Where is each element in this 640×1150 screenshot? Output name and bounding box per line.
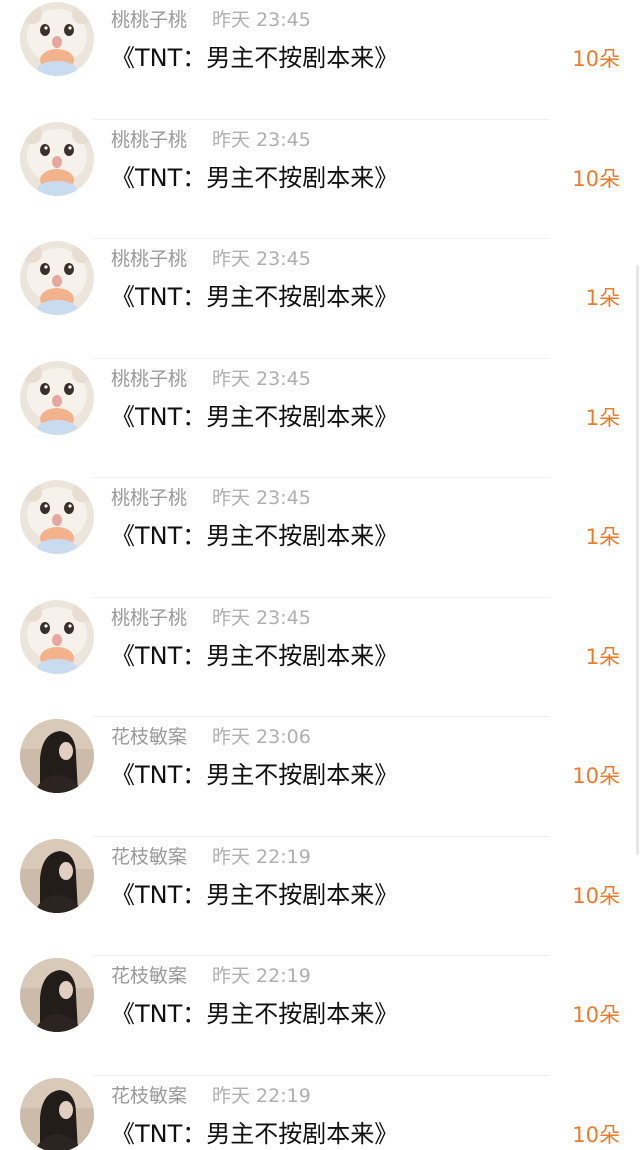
list-item[interactable]: 桃桃子桃 昨天 23:45 《TNT：男主不按剧本来》 10朵 [0,0,640,120]
timestamp: 昨天 23:45 [212,9,311,31]
book-title: 《TNT：男主不按剧本来》 [111,44,399,72]
timestamp: 昨天 23:45 [212,487,311,509]
list-item[interactable]: 桃桃子桃 昨天 23:45 《TNT：男主不按剧本来》 10朵 [0,120,640,239]
avatar[interactable] [20,2,94,76]
book-title: 《TNT：男主不按剧本来》 [111,761,399,789]
flower-count: 10朵 [572,47,620,71]
gift-record-list: 桃桃子桃 昨天 23:45 《TNT：男主不按剧本来》 10朵 桃桃子桃 昨天 23:4… [0,0,640,1150]
list-item[interactable]: 桃桃子桃 昨天 23:45 《TNT：男主不按剧本来》 1朵 [0,478,640,598]
flower-count: 10朵 [572,1122,620,1147]
list-item[interactable]: 花枝敏案 昨天 22:19 《TNT：男主不按剧本来》 10朵 [0,956,640,1076]
list-item[interactable]: 花枝敏案 昨天 23:06 《TNT：男主不按剧本来》 10朵 [0,717,640,837]
timestamp: 昨天 23:45 [212,367,311,390]
avatar[interactable] [20,241,94,315]
list-item[interactable]: 花枝敏案 昨天 22:19 《TNT：男主不按剧本来》 10朵 [0,837,640,956]
list-item[interactable]: 桃桃子桃 昨天 23:45 《TNT：男主不按剧本来》 1朵 [0,239,640,359]
timestamp: 昨天 23:45 [212,248,311,270]
flower-count: 1朵 [585,525,620,549]
avatar[interactable] [20,121,94,196]
flower-count: 10朵 [572,883,620,908]
flower-count: 1朵 [585,644,620,669]
avatar[interactable] [20,958,94,1032]
username[interactable]: 桃桃子桃 [111,6,187,34]
username[interactable]: 花枝敏案 [111,843,187,871]
book-title: 《TNT：男主不按剧本来》 [111,163,399,192]
username[interactable]: 花枝敏案 [111,962,187,990]
timestamp: 昨天 23:06 [212,726,311,748]
username[interactable]: 桃桃子桃 [111,126,187,154]
flower-count: 10朵 [572,166,620,191]
timestamp: 昨天 22:19 [212,845,311,868]
avatar[interactable] [20,360,94,435]
timestamp: 昨天 22:19 [212,965,311,987]
list-item[interactable]: 桃桃子桃 昨天 23:45 《TNT：男主不按剧本来》 1朵 [0,359,640,478]
username[interactable]: 花枝敏案 [111,1082,187,1110]
book-title: 《TNT：男主不按剧本来》 [111,522,399,550]
flower-count: 10朵 [572,764,620,788]
flower-count: 10朵 [572,1003,620,1027]
book-title: 《TNT：男主不按剧本来》 [111,1119,399,1148]
list-item[interactable]: 桃桃子桃 昨天 23:45 《TNT：男主不按剧本来》 1朵 [0,598,640,717]
avatar[interactable] [20,838,94,913]
timestamp: 昨天 23:45 [212,128,311,151]
avatar[interactable] [20,599,94,674]
book-title: 《TNT：男主不按剧本来》 [111,880,399,909]
avatar[interactable] [20,719,94,793]
timestamp: 昨天 23:45 [212,606,311,629]
timestamp: 昨天 22:19 [212,1084,311,1107]
flower-count: 1朵 [585,286,620,310]
book-title: 《TNT：男主不按剧本来》 [111,402,399,431]
book-title: 《TNT：男主不按剧本来》 [111,283,399,311]
avatar[interactable] [20,1077,94,1150]
username[interactable]: 桃桃子桃 [111,245,187,273]
username[interactable]: 桃桃子桃 [111,365,187,393]
list-item[interactable]: 花枝敏案 昨天 22:19 《TNT：男主不按剧本来》 10朵 [0,1076,640,1150]
book-title: 《TNT：男主不按剧本来》 [111,1000,399,1028]
flower-count: 1朵 [585,405,620,430]
username[interactable]: 桃桃子桃 [111,604,187,632]
username[interactable]: 花枝敏案 [111,723,187,751]
avatar[interactable] [20,480,94,554]
book-title: 《TNT：男主不按剧本来》 [111,641,399,670]
username[interactable]: 桃桃子桃 [111,484,187,512]
